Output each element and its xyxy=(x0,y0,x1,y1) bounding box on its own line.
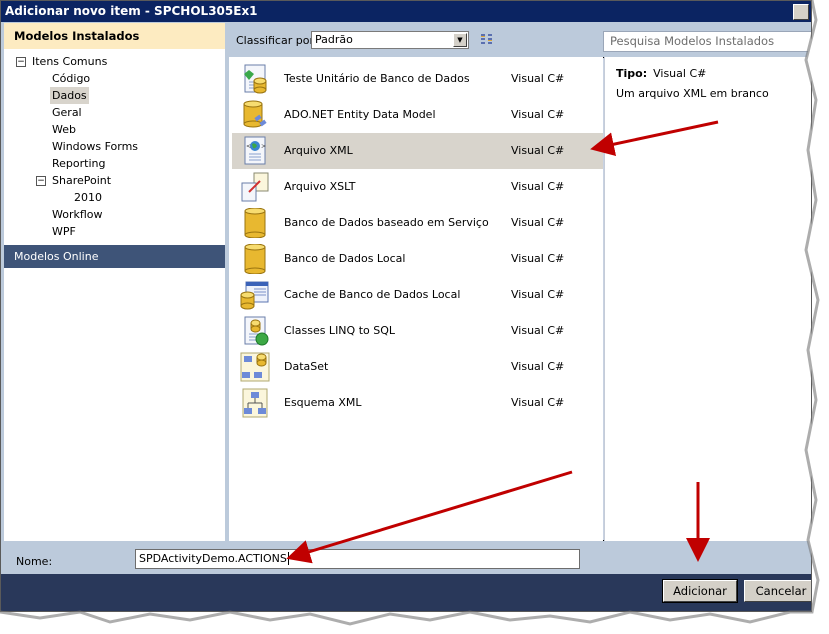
torn-edge-decoration xyxy=(0,0,829,634)
